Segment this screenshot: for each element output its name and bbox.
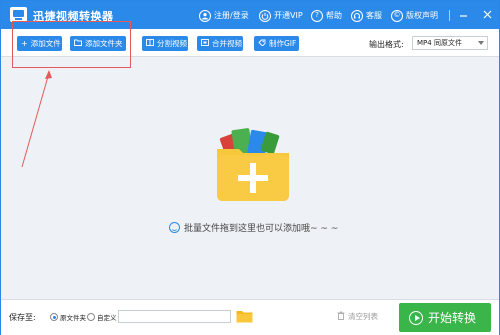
output-format-value: MP4 同原文件 <box>417 39 462 47</box>
radio-original-label: 原文件夹 <box>60 314 86 322</box>
output-format-label: 输出格式: <box>369 40 404 49</box>
titlebar-divider <box>449 10 450 21</box>
service-link[interactable]: 客服 <box>351 8 382 23</box>
play-icon <box>409 310 423 325</box>
start-convert-button[interactable]: 开始转换 <box>399 303 491 332</box>
clear-list-button[interactable]: 清空列表 <box>337 311 378 322</box>
smile-icon <box>169 222 180 233</box>
highlight-box <box>12 21 131 68</box>
close-button[interactable] <box>480 8 494 21</box>
radio-dot <box>87 313 95 321</box>
make-gif-label: 制作GIF <box>269 39 297 48</box>
minimize-icon <box>459 15 467 17</box>
start-convert-label: 开始转换 <box>428 311 477 325</box>
save-path-input[interactable] <box>118 310 231 323</box>
copyright-link[interactable]: © 版权声明 <box>391 8 438 23</box>
copyright-icon: © <box>391 9 403 22</box>
login-label: 注册/登录 <box>214 11 249 20</box>
vip-label: 开通VIP <box>274 11 303 20</box>
headset-icon <box>351 9 363 22</box>
gif-icon <box>258 39 266 48</box>
split-video-label: 分割视频 <box>157 39 187 48</box>
power-icon <box>259 9 271 22</box>
radio-original-folder[interactable]: 原文件夹 <box>50 312 86 322</box>
make-gif-button[interactable]: 制作GIF <box>254 36 299 51</box>
radio-dot-selected <box>50 313 58 321</box>
file-drop-area[interactable]: 批量文件拖到这里也可以添加哦~ ~ ~ <box>1 58 499 298</box>
merge-icon <box>201 39 209 48</box>
app-logo-icon <box>10 7 27 22</box>
close-icon <box>483 10 491 19</box>
help-link[interactable]: ? 帮助 <box>311 8 342 23</box>
help-label: 帮助 <box>326 11 342 20</box>
merge-video-button[interactable]: 合并视频 <box>197 36 243 51</box>
service-label: 客服 <box>366 11 382 20</box>
merge-video-label: 合并视频 <box>212 39 242 48</box>
split-video-button[interactable]: 分割视频 <box>142 36 188 51</box>
trash-icon <box>337 311 345 322</box>
drop-hint-text: 批量文件拖到这里也可以添加哦~ ~ ~ <box>184 224 339 234</box>
vip-link[interactable]: 开通VIP <box>259 8 303 23</box>
radio-custom-label: 自定义 <box>97 314 117 322</box>
output-format-select[interactable]: MP4 同原文件 <box>412 36 488 50</box>
drop-hint: 批量文件拖到这里也可以添加哦~ ~ ~ <box>169 221 338 234</box>
add-folder-icon[interactable] <box>213 123 293 203</box>
browse-folder-icon[interactable] <box>236 309 253 323</box>
bottom-bar: 保存至: 原文件夹 自定义 清空列表 开始转换 <box>1 299 499 335</box>
clear-list-label: 清空列表 <box>348 312 378 321</box>
split-icon <box>146 39 154 48</box>
login-link[interactable]: 注册/登录 <box>199 8 249 23</box>
help-icon: ? <box>311 9 323 22</box>
radio-custom[interactable]: 自定义 <box>87 312 117 322</box>
copyright-label: 版权声明 <box>406 11 438 20</box>
minimize-button[interactable] <box>456 8 470 21</box>
save-to-label: 保存至: <box>9 313 36 322</box>
chevron-down-icon <box>478 41 484 45</box>
user-icon <box>199 9 211 22</box>
